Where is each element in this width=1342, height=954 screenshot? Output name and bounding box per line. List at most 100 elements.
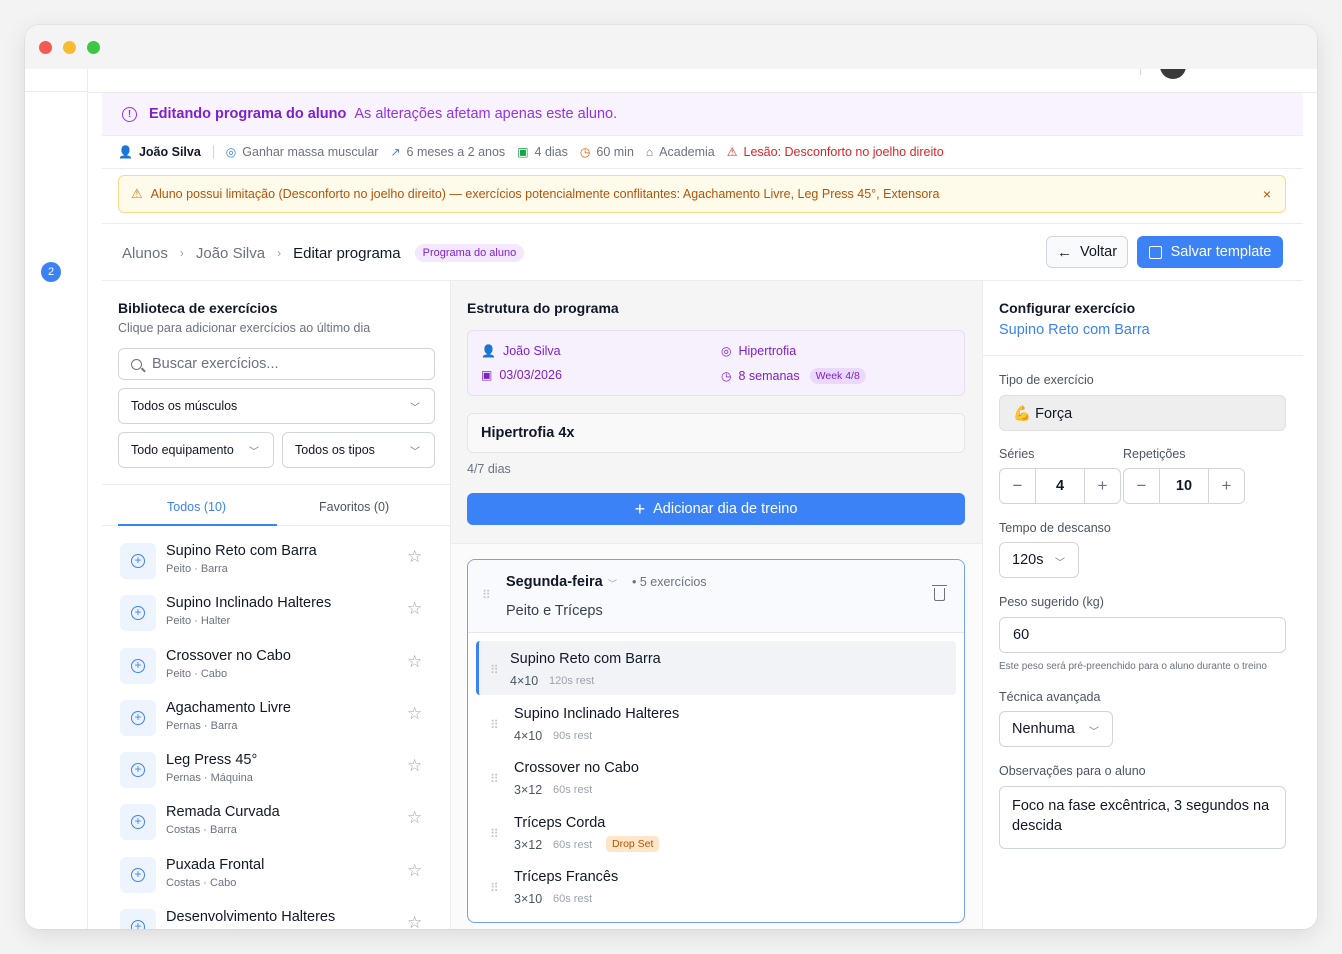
muscle-filter-select[interactable]: Todos os músculos ﹀ <box>118 388 435 424</box>
star-icon[interactable]: ☆ <box>407 704 422 724</box>
duration-text: 60 min <box>596 145 634 159</box>
sets-value[interactable]: 4 <box>1035 469 1085 503</box>
sets-decrement-button[interactable]: − <box>1000 469 1035 503</box>
day-exercise-rest: 60s rest <box>553 893 593 905</box>
drag-handle-icon[interactable]: ⠿ <box>490 663 499 677</box>
plus-circle-icon: + <box>131 867 145 882</box>
target-icon: ◎ <box>225 145 237 159</box>
trash-icon[interactable] <box>932 585 947 601</box>
program-name-field[interactable]: Hipertrofia 4x <box>467 413 965 453</box>
day-exercise-item[interactable]: ⠿ Supino Inclinado Halteres 4×10 90s res… <box>476 696 956 750</box>
add-exercise-button[interactable]: + <box>120 647 156 684</box>
list-item[interactable]: + Supino Inclinado Halteres Peito · Halt… <box>102 587 450 639</box>
student-name: João Silva <box>138 145 201 159</box>
list-item[interactable]: + Leg Press 45° Pernas · Máquina ☆ <box>102 744 450 796</box>
tab-favorites[interactable]: Favoritos (0) <box>319 500 389 514</box>
day-exercise-item[interactable]: ⠿ Tríceps Corda 3×12 60s rest Drop Set <box>476 805 956 859</box>
add-exercise-button[interactable]: + <box>120 909 156 929</box>
day-exercise-rest: 90s rest <box>553 730 593 742</box>
star-icon[interactable]: ☆ <box>407 599 422 619</box>
sets-increment-button[interactable]: + <box>1085 469 1120 503</box>
type-filter-select[interactable]: Todos os tipos ﹀ <box>282 432 435 468</box>
search-input[interactable]: Buscar exercícios... <box>118 348 435 380</box>
list-item[interactable]: + Supino Reto com Barra Peito · Barra ☆ <box>102 535 450 587</box>
list-item[interactable]: + Puxada Frontal Costas · Cabo ☆ <box>102 849 450 901</box>
list-item[interactable]: + Remada Curvada Costas · Barra ☆ <box>102 796 450 848</box>
drag-handle-icon[interactable]: ⠿ <box>490 772 499 786</box>
exercise-type-field[interactable]: 💪 Força <box>999 395 1286 431</box>
day-exercise-item[interactable]: ⠿ Crossover no Cabo 3×12 60s rest <box>476 750 956 804</box>
day-exercise-item[interactable]: ⠿ Supino Reto com Barra 4×10 120s rest <box>476 641 956 695</box>
days-text: 4 dias <box>534 145 568 159</box>
star-icon[interactable]: ☆ <box>407 861 422 881</box>
reps-value[interactable]: 10 <box>1159 469 1209 503</box>
reps-decrement-button[interactable]: − <box>1124 469 1159 503</box>
plus-icon: + <box>634 498 646 519</box>
meta-location: ⌂ Academia <box>646 145 715 159</box>
star-icon[interactable]: ☆ <box>407 652 422 672</box>
avatar[interactable] <box>1160 69 1186 79</box>
add-exercise-button[interactable]: + <box>120 752 156 789</box>
chevron-down-icon[interactable]: ﹀ <box>608 577 617 590</box>
page-header: Alunos › João Silva › Editar programa Pr… <box>102 223 1303 281</box>
add-day-button[interactable]: + Adicionar dia de treino <box>467 493 965 525</box>
star-icon[interactable]: ☆ <box>407 756 422 776</box>
meta-student: 👤 João Silva <box>118 145 201 159</box>
exercise-name: Leg Press 45° <box>166 752 258 769</box>
user-icon: 👤 <box>481 344 496 358</box>
reps-stepper: − 10 + <box>1123 468 1245 504</box>
weight-label: Peso sugerido (kg) <box>999 595 1104 609</box>
warning-text: Aluno possui limitação (Desconforto no j… <box>150 187 940 201</box>
trend-icon: ↗ <box>390 145 401 159</box>
reps-increment-button[interactable]: + <box>1209 469 1244 503</box>
exercise-desc: Costas · Barra <box>166 824 237 837</box>
rest-select[interactable]: 120s ﹀ <box>999 542 1079 578</box>
day-name[interactable]: Segunda-feira <box>506 574 603 590</box>
plus-circle-icon: + <box>131 763 145 778</box>
star-icon[interactable]: ☆ <box>407 547 422 567</box>
back-button[interactable]: ← Voltar <box>1046 236 1128 268</box>
notes-textarea[interactable]: Foco na fase excêntrica, 3 segundos na d… <box>999 786 1286 849</box>
structure-title: Estrutura do programa <box>467 300 619 316</box>
library-title: Biblioteca de exercícios <box>118 300 278 316</box>
day-exercise-count: • 5 exercícios <box>632 575 707 589</box>
add-exercise-button[interactable]: + <box>120 595 156 632</box>
minimize-window-button[interactable] <box>63 41 76 54</box>
breadcrumb-alunos[interactable]: Alunos <box>122 245 168 262</box>
add-exercise-button[interactable]: + <box>120 804 156 841</box>
day-exercise-sets: 3×10 <box>514 892 543 906</box>
star-icon[interactable]: ☆ <box>407 913 422 929</box>
list-item[interactable]: + Agachamento Livre Pernas · Barra ☆ <box>102 692 450 744</box>
sets-stepper: − 4 + <box>999 468 1121 504</box>
drag-handle-icon[interactable]: ⠿ <box>490 881 499 895</box>
weight-input[interactable]: 60 <box>999 617 1286 653</box>
clock-icon: ◷ <box>721 369 732 383</box>
list-item[interactable]: + Desenvolvimento Halteres ☆ <box>102 901 450 929</box>
exercise-name: Desenvolvimento Halteres <box>166 909 336 926</box>
search-placeholder: Buscar exercícios... <box>152 356 279 372</box>
add-exercise-button[interactable]: + <box>120 856 156 893</box>
drag-handle-icon[interactable]: ⠿ <box>482 588 491 602</box>
dismiss-warning-close-icon[interactable]: × <box>1263 186 1271 202</box>
breadcrumb-current: Editar programa <box>293 244 401 262</box>
add-exercise-button[interactable]: + <box>120 543 156 579</box>
exercise-name: Agachamento Livre <box>166 699 291 716</box>
list-item[interactable]: + Crossover no Cabo Peito · Cabo ☆ <box>102 640 450 692</box>
day-exercise-item[interactable]: ⠿ Tríceps Francês 3×10 60s rest <box>476 859 956 913</box>
star-icon[interactable]: ☆ <box>407 808 422 828</box>
save-template-button[interactable]: Salvar template <box>1137 236 1283 268</box>
maximize-window-button[interactable] <box>87 41 100 54</box>
drag-handle-icon[interactable]: ⠿ <box>490 827 499 841</box>
config-title: Configurar exercício <box>999 300 1136 316</box>
technique-select[interactable]: Nenhuma ﹀ <box>999 711 1113 747</box>
close-window-button[interactable] <box>39 41 52 54</box>
equipment-filter-select[interactable]: Todo equipamento ﹀ <box>118 432 274 468</box>
tab-all[interactable]: Todos (10) <box>167 500 226 514</box>
notification-badge[interactable]: 2 <box>41 262 61 282</box>
breadcrumb-student[interactable]: João Silva <box>196 245 265 262</box>
drag-handle-icon[interactable]: ⠿ <box>490 718 499 732</box>
add-exercise-button[interactable]: + <box>120 699 156 736</box>
week-badge: Week 4/8 <box>809 368 866 384</box>
header-divider <box>1140 69 1141 75</box>
day-card[interactable]: ⠿ Segunda-feira ﹀ • 5 exercícios Peito e… <box>467 559 965 923</box>
